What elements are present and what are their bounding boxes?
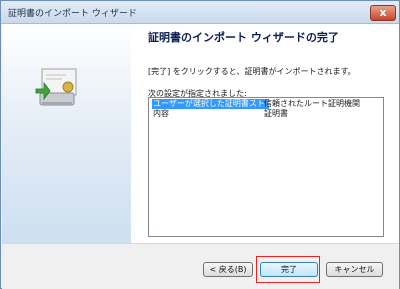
setting-key: 内容 [153,109,169,118]
window-title: 証明書のインポート ウィザード [8,9,137,19]
finish-highlight-box [256,256,320,283]
title-bar[interactable]: 証明書のインポート ウィザード x [1,1,399,24]
wizard-side-panel [2,24,131,243]
back-button[interactable]: < 戻る(B) [203,262,253,277]
setting-value: 信頼されたルート証明機関 [264,99,360,108]
setting-key: ユーザーが選択した証明書ストア [152,99,269,109]
close-button[interactable]: x [370,5,396,21]
setting-value: 証明書 [264,109,288,118]
settings-list[interactable]: ユーザーが選択した証明書ストア 信頼されたルート証明機関 内容 証明書 [148,97,384,237]
certificate-install-icon [35,68,77,106]
page-title: 証明書のインポート ウィザードの完了 [148,31,339,44]
completion-description: [完了] をクリックすると、証明書がインポートされます。 [148,67,356,76]
cancel-button[interactable]: キャンセル [326,262,383,277]
